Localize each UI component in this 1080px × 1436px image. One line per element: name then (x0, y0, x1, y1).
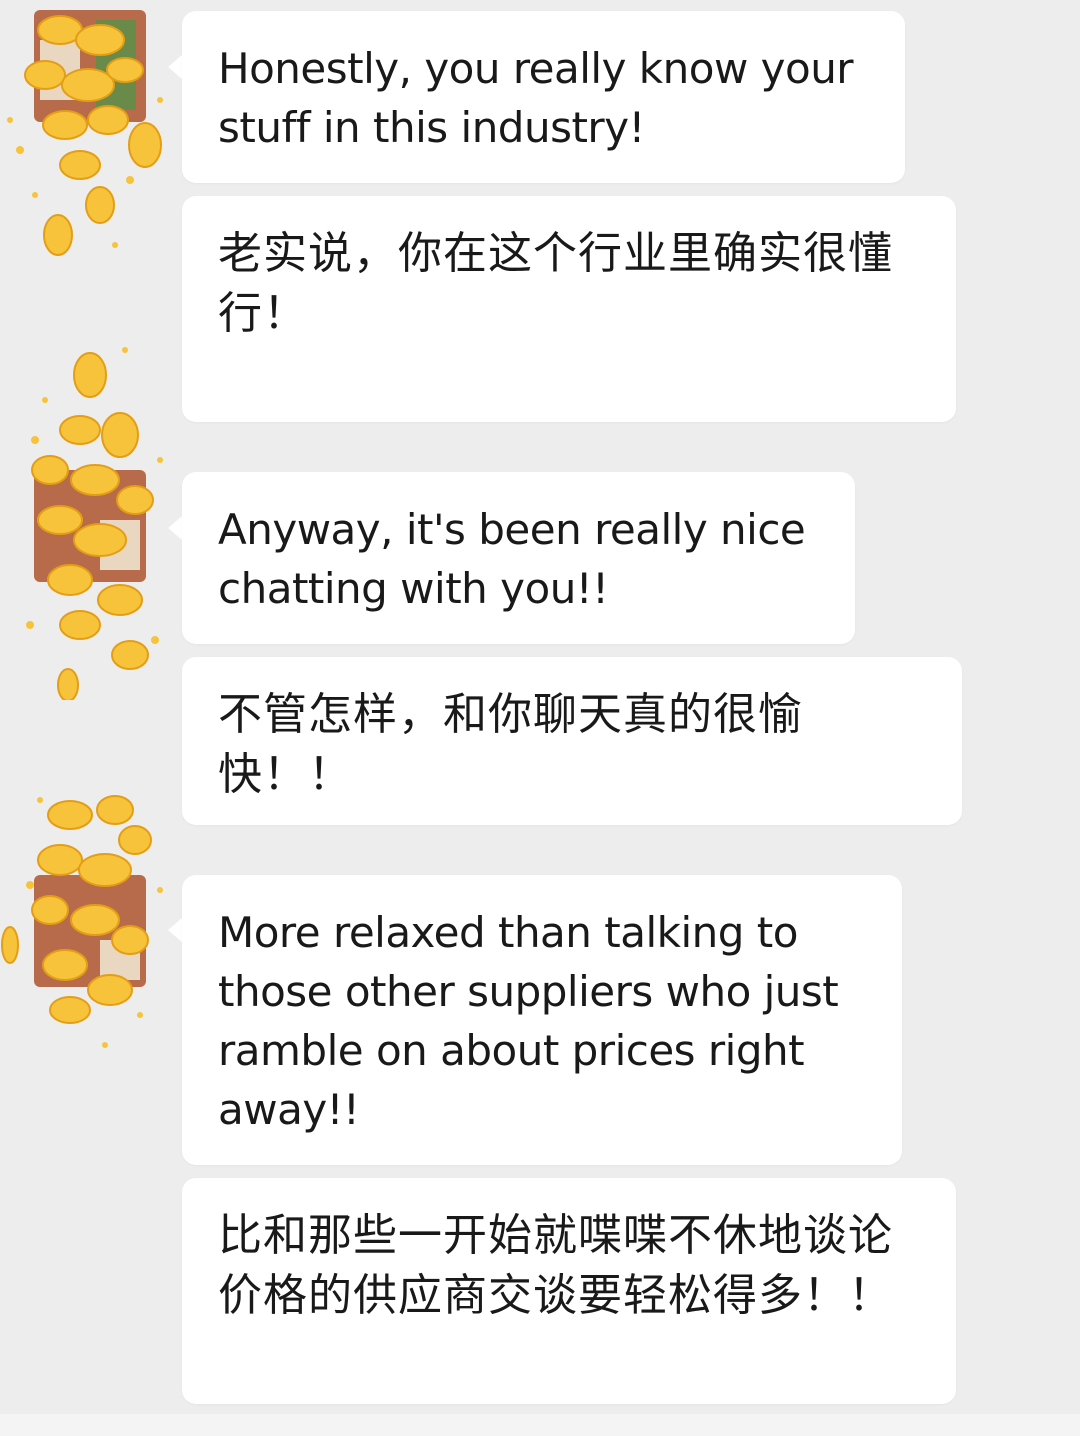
message-text: 老实说，你在这个行业里确实很懂行！ (218, 228, 893, 339)
message-bubble[interactable]: 老实说，你在这个行业里确实很懂行！ (182, 196, 956, 422)
message-text: Honestly, you really know your stuff in … (218, 44, 854, 152)
message-bubble[interactable]: Honestly, you really know your stuff in … (182, 11, 905, 183)
bubble-tail (168, 918, 182, 942)
message-bubble[interactable]: 比和那些一开始就喋喋不休地谈论价格的供应商交谈要轻松得多！！ (182, 1178, 956, 1404)
bubble-tail (168, 516, 182, 540)
gold-ingot-avatar-icon (26, 347, 163, 702)
sender-avatar[interactable] (0, 340, 180, 702)
message-text: Anyway, it's been really nice chatting w… (218, 505, 806, 613)
bottom-edge (0, 1414, 1080, 1436)
sender-avatar[interactable] (0, 780, 180, 1100)
message-text: 比和那些一开始就喋喋不休地谈论价格的供应商交谈要轻松得多！！ (218, 1210, 893, 1321)
sender-avatar[interactable] (0, 0, 180, 320)
message-text: More relaxed than talking to those other… (218, 908, 839, 1134)
message-bubble[interactable]: 不管怎样，和你聊天真的很愉快！！ (182, 657, 962, 825)
bubble-tail (168, 55, 182, 79)
gold-ingot-avatar-icon (1, 795, 163, 1048)
message-text: 不管怎样，和你聊天真的很愉快！！ (218, 689, 803, 800)
gold-ingot-avatar-icon (7, 10, 163, 256)
message-bubble[interactable]: Anyway, it's been really nice chatting w… (182, 472, 855, 644)
message-bubble[interactable]: More relaxed than talking to those other… (182, 875, 902, 1165)
